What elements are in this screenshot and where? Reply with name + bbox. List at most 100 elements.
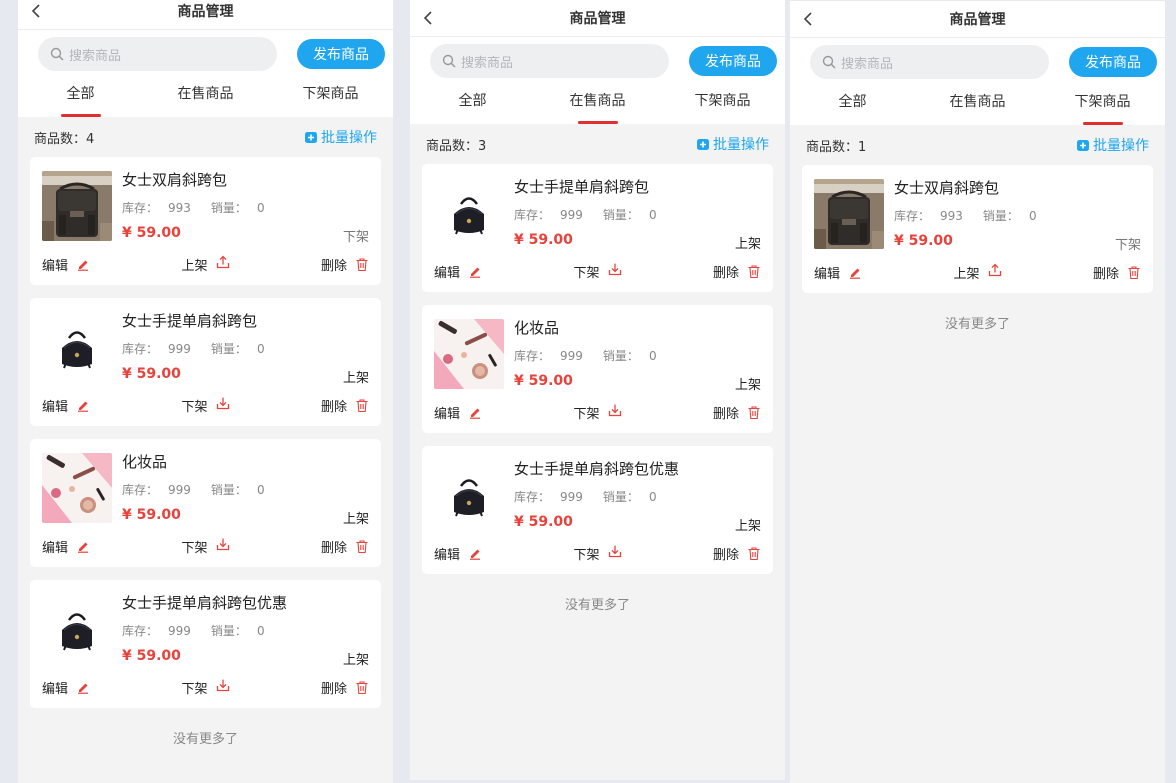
toggle-shelf-button[interactable]: 上架 [181, 255, 229, 274]
edit-button[interactable]: 编辑 [814, 263, 862, 282]
tab-bar: 全部 在售商品 下架商品 [18, 75, 393, 117]
product-thumbnail[interactable] [434, 319, 504, 389]
delete-button[interactable]: 删除 [713, 403, 761, 422]
edit-button[interactable]: 编辑 [42, 396, 90, 415]
toggle-shelf-button[interactable]: 下架 [573, 403, 621, 422]
batch-operation-button[interactable]: 批量操作 [304, 127, 377, 147]
product-card[interactable]: 化妆品 库存： 999 销量： 0 ¥ 59.00 上架 编辑 下架 删除 [422, 305, 773, 433]
edit-button[interactable]: 编辑 [434, 262, 482, 281]
toggle-shelf-label: 下架 [573, 547, 600, 563]
edit-button[interactable]: 编辑 [42, 255, 90, 274]
toggle-shelf-button[interactable]: 下架 [181, 537, 229, 556]
toggle-shelf-button[interactable]: 下架 [573, 544, 621, 563]
search-input[interactable]: 搜索商品 [430, 44, 669, 78]
nav-bar: 商品管理 [790, 1, 1165, 38]
product-thumbnail[interactable] [42, 453, 112, 523]
toggle-shelf-button[interactable]: 上架 [953, 263, 1001, 282]
publish-product-button[interactable]: 发布商品 [689, 46, 777, 76]
back-arrow-icon[interactable] [800, 10, 814, 28]
product-thumbnail[interactable] [434, 460, 504, 530]
publish-product-button[interactable]: 发布商品 [1069, 47, 1157, 77]
product-card[interactable]: 女士手提单肩斜跨包 库存： 999 销量： 0 ¥ 59.00 上架 编辑 下架 删除 [30, 298, 381, 426]
summary-bar: 商品数：3 批量操作 [410, 124, 785, 164]
product-name: 女士手提单肩斜跨包 [514, 178, 650, 196]
product-thumbnail[interactable] [42, 594, 112, 664]
upload-icon [988, 263, 1001, 277]
back-arrow-icon[interactable] [28, 2, 42, 20]
product-card[interactable]: 女士手提单肩斜跨包优惠 库存： 999 销量： 0 ¥ 59.00 上架 编辑 下架 … [422, 446, 773, 574]
product-thumbnail[interactable] [814, 179, 884, 249]
toggle-shelf-button[interactable]: 下架 [181, 678, 229, 697]
tab-off-shelf[interactable]: 下架商品 [660, 82, 785, 124]
publish-product-button[interactable]: 发布商品 [297, 39, 385, 69]
edit-button[interactable]: 编辑 [42, 678, 90, 697]
edit-button[interactable]: 编辑 [434, 403, 482, 422]
edit-label: 编辑 [42, 258, 69, 274]
search-input[interactable]: 搜索商品 [810, 45, 1049, 79]
delete-label: 删除 [320, 681, 347, 697]
product-name: 女士手提单肩斜跨包优惠 [122, 594, 288, 612]
product-status: 下架 [342, 230, 369, 245]
sales-label: 销量： [602, 208, 639, 222]
batch-operation-button[interactable]: 批量操作 [696, 134, 769, 154]
edit-button[interactable]: 编辑 [42, 537, 90, 556]
batch-operation-button[interactable]: 批量操作 [1076, 135, 1149, 155]
edit-label: 编辑 [434, 406, 461, 422]
product-actions: 编辑 下架 删除 [434, 544, 761, 563]
product-card[interactable]: 女士双肩斜跨包 库存： 993 销量： 0 ¥ 59.00 下架 编辑 上架 删除 [802, 165, 1153, 293]
delete-label: 删除 [1092, 266, 1119, 282]
product-thumbnail[interactable] [434, 178, 504, 248]
back-arrow-icon[interactable] [420, 9, 434, 27]
download-icon [608, 263, 621, 276]
sales-label: 销量： [602, 490, 639, 504]
toggle-shelf-button[interactable]: 下架 [573, 262, 621, 281]
delete-label: 删除 [712, 547, 739, 563]
product-price: ¥ 59.00 [514, 514, 573, 530]
backpack-image [814, 179, 884, 249]
product-status: 上架 [734, 378, 761, 393]
stock-value: 999 [560, 208, 583, 222]
delete-button[interactable]: 删除 [321, 255, 369, 274]
product-card[interactable]: 化妆品 库存： 999 销量： 0 ¥ 59.00 上架 编辑 下架 删除 [30, 439, 381, 567]
tab-on-sale[interactable]: 在售商品 [143, 75, 268, 117]
pencil-icon [850, 268, 861, 279]
delete-button[interactable]: 删除 [713, 544, 761, 563]
delete-button[interactable]: 删除 [321, 396, 369, 415]
edit-label: 编辑 [814, 266, 841, 282]
search-row: 搜索商品 发布商品 [18, 33, 393, 75]
download-icon [216, 397, 229, 410]
delete-button[interactable]: 删除 [321, 537, 369, 556]
tab-all[interactable]: 全部 [18, 75, 143, 117]
product-count: 商品数：4 [34, 128, 94, 147]
sales-value: 0 [648, 349, 657, 363]
toggle-shelf-button[interactable]: 下架 [181, 396, 229, 415]
product-card[interactable]: 女士手提单肩斜跨包优惠 库存： 999 销量： 0 ¥ 59.00 上架 编辑 下架 … [30, 580, 381, 708]
product-count-value: 3 [478, 138, 487, 154]
backpack-image [42, 312, 112, 382]
tab-all[interactable]: 全部 [410, 82, 535, 124]
search-row: 搜索商品 发布商品 [410, 40, 785, 82]
tab-all[interactable]: 全部 [790, 83, 915, 125]
top-bar: 商品管理 搜索商品 发布商品 全部 在售商品 下架商品 [18, 0, 393, 117]
product-card[interactable]: 女士手提单肩斜跨包 库存： 999 销量： 0 ¥ 59.00 上架 编辑 下架 删除 [422, 164, 773, 292]
delete-button[interactable]: 删除 [713, 262, 761, 281]
tab-off-shelf[interactable]: 下架商品 [1040, 83, 1165, 125]
pencil-icon [78, 260, 89, 271]
sales-label: 销量： [210, 483, 247, 497]
product-actions: 编辑 上架 删除 [42, 255, 369, 274]
edit-button[interactable]: 编辑 [434, 544, 482, 563]
tab-on-sale[interactable]: 在售商品 [535, 82, 660, 124]
delete-label: 删除 [320, 258, 347, 274]
delete-button[interactable]: 删除 [1093, 263, 1141, 282]
search-row: 搜索商品 发布商品 [790, 41, 1165, 83]
search-placeholder: 搜索商品 [69, 48, 122, 64]
tab-on-sale[interactable]: 在售商品 [915, 83, 1040, 125]
product-thumbnail[interactable] [42, 312, 112, 382]
product-thumbnail[interactable] [42, 171, 112, 241]
batch-operation-label: 批量操作 [1093, 138, 1149, 154]
tab-bar: 全部 在售商品 下架商品 [790, 83, 1165, 125]
search-input[interactable]: 搜索商品 [38, 37, 277, 71]
product-card[interactable]: 女士双肩斜跨包 库存： 993 销量： 0 ¥ 59.00 下架 编辑 上架 删除 [30, 157, 381, 285]
delete-button[interactable]: 删除 [321, 678, 369, 697]
tab-off-shelf[interactable]: 下架商品 [268, 75, 393, 117]
